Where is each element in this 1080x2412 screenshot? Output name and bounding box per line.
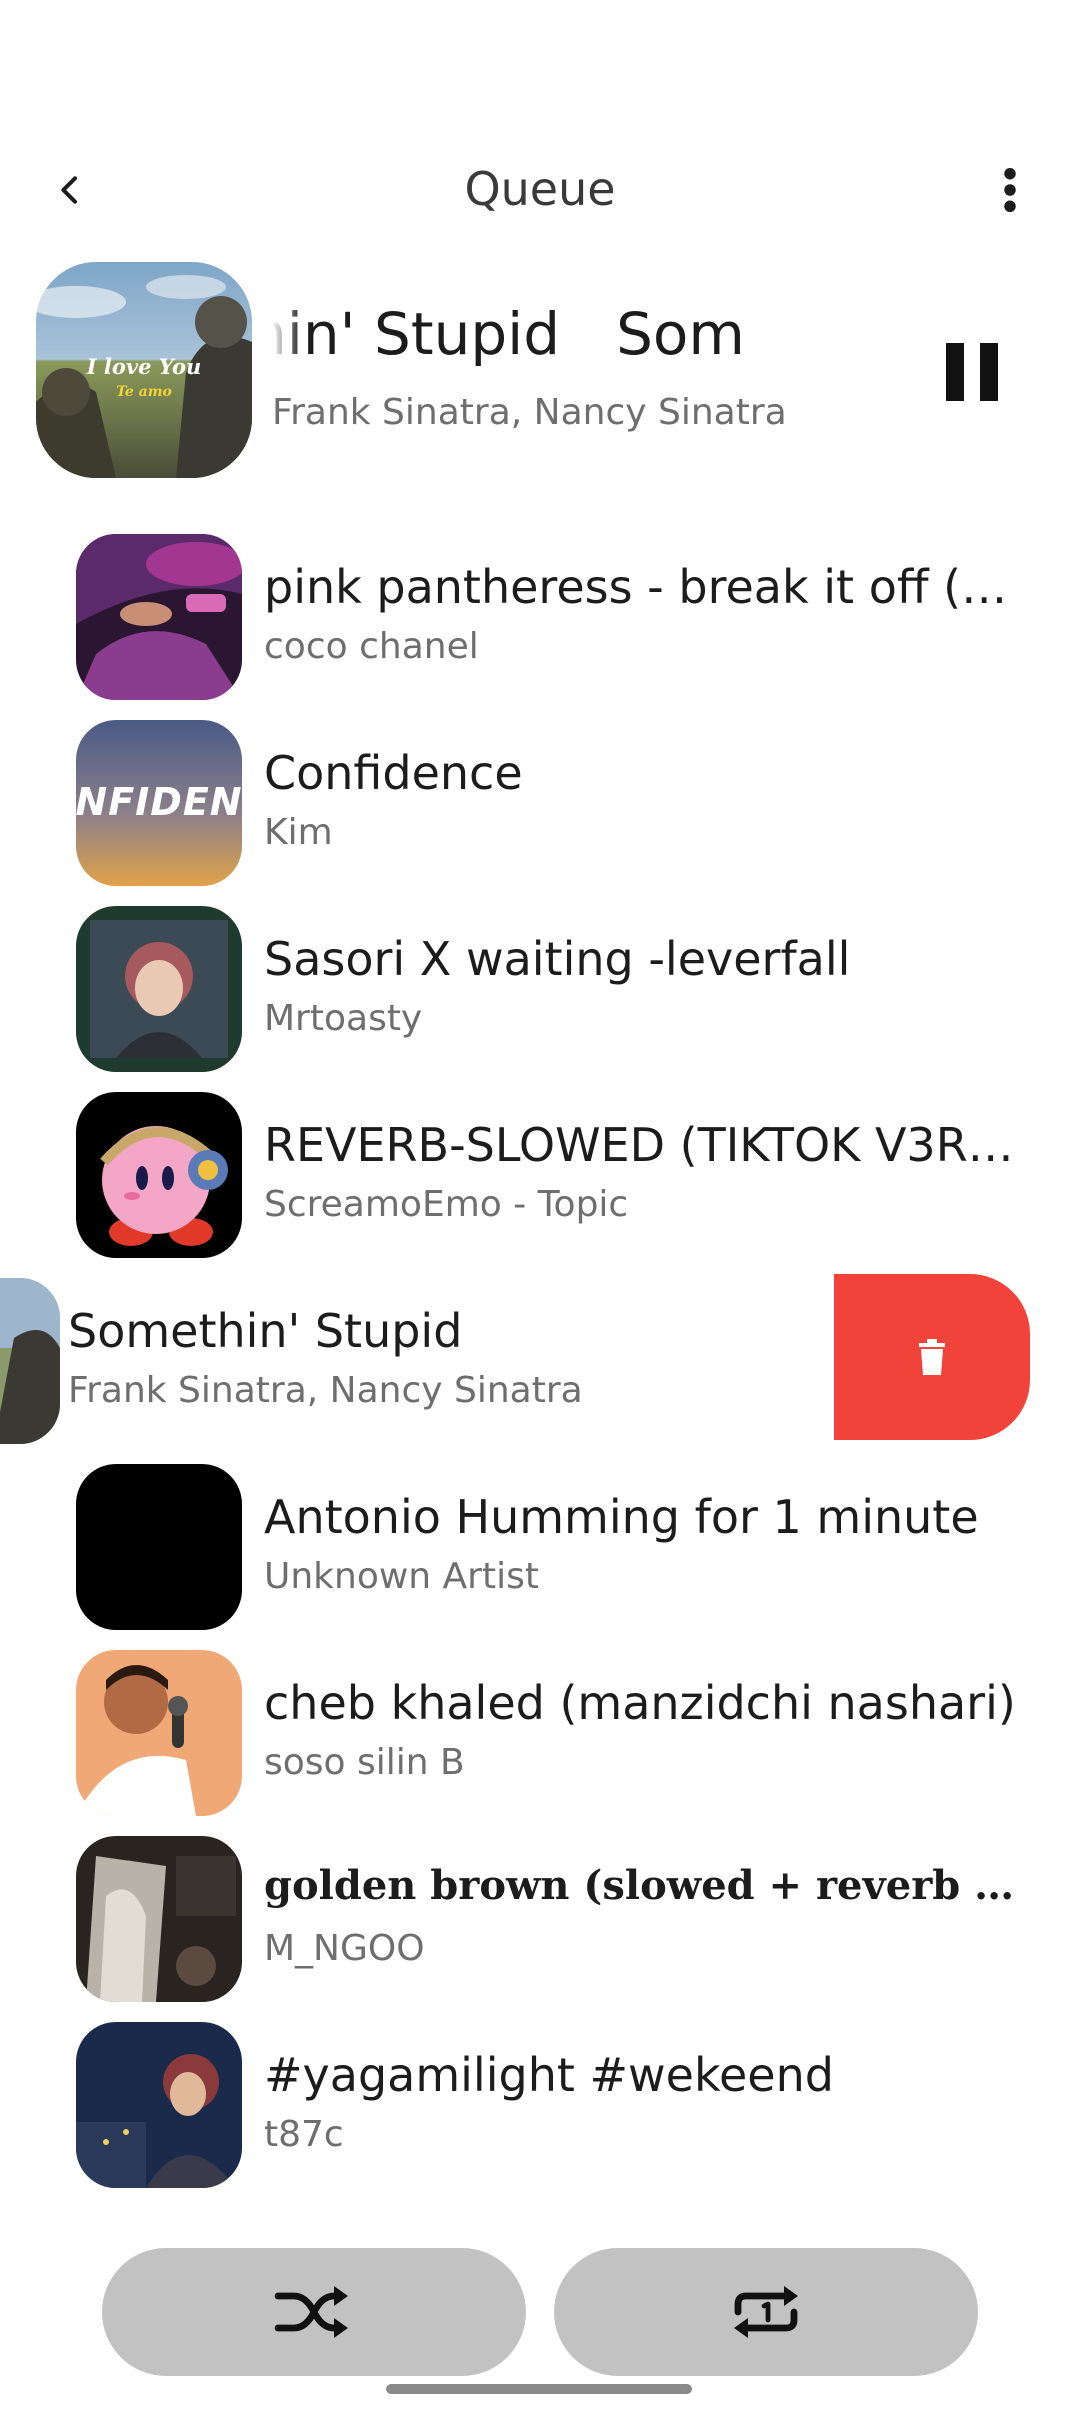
more-vert-icon — [1004, 167, 1016, 213]
track-artist: Frank Sinatra, Nancy Sinatra — [68, 1370, 583, 1411]
now-playing-artwork: I love You Te amo — [36, 262, 252, 478]
track-title: cheb khaled (manzidchi nashari) — [264, 1676, 1016, 1730]
shuffle-button[interactable] — [102, 2248, 526, 2376]
track-title: REVERB-SLOWED (TIKTOK V3RSION) — [264, 1118, 1024, 1172]
track-title: Antonio Humming for 1 minute — [264, 1490, 979, 1544]
repeat-one-icon — [734, 2286, 798, 2338]
page-title: Queue — [464, 162, 616, 216]
track-artist: Unknown Artist — [264, 1556, 539, 1597]
track-artwork — [76, 1650, 242, 1816]
track-title: Sasori X waiting -leverfall — [264, 932, 851, 986]
queue-item[interactable]: cheb khaled (manzidchi nashari) soso sil… — [0, 1646, 1080, 1816]
track-artist: Kim — [264, 812, 333, 853]
track-artwork — [76, 1092, 242, 1258]
queue-item-swiped[interactable]: Somethin' Stupid Frank Sinatra, Nancy Si… — [0, 1274, 1080, 1444]
track-artist: ScreamoEmo - Topic — [264, 1184, 629, 1225]
pause-icon — [946, 343, 998, 401]
track-title: Somethin' Stupid — [68, 1304, 463, 1358]
track-artwork — [76, 1464, 242, 1630]
pause-button[interactable] — [932, 332, 1012, 412]
marquee-fade-right — [752, 300, 792, 380]
now-playing-title: hin' Stupid Som — [272, 300, 792, 380]
delete-button[interactable] — [834, 1274, 1030, 1440]
queue-item[interactable]: REVERB-SLOWED (TIKTOK V3RSION) ScreamoEm… — [0, 1088, 1080, 1258]
track-artwork — [76, 1836, 242, 2002]
repeat-button[interactable] — [554, 2248, 978, 2376]
now-playing-artist: Frank Sinatra, Nancy Sinatra — [272, 392, 787, 433]
bottom-controls — [0, 2240, 1080, 2380]
queue-list[interactable]: pink pantheress - break it off (slowed) … — [0, 530, 1080, 2210]
now-playing[interactable]: I love You Te amo hin' Stupid Som Frank S… — [0, 262, 1080, 478]
track-artwork — [76, 2022, 242, 2188]
track-artist: soso silin B — [264, 1742, 465, 1783]
more-options-button[interactable] — [980, 160, 1040, 220]
queue-item[interactable]: NFIDEN Confidence Kim — [0, 716, 1080, 886]
shuffle-icon — [274, 2286, 348, 2338]
artwork-text-line1: I love You — [86, 354, 202, 379]
queue-item[interactable]: Antonio Humming for 1 minute Unknown Art… — [0, 1460, 1080, 1630]
queue-item[interactable]: Sasori X waiting -leverfall Mrtoasty — [0, 902, 1080, 1072]
track-title: golden brown (slowed + reverb + prolonge… — [264, 1862, 1024, 1909]
top-bar: Queue — [0, 140, 1080, 240]
track-title: #yagamilight #wekeend — [264, 2048, 834, 2102]
track-artwork — [0, 1278, 60, 1444]
now-playing-title-part2: Som — [616, 300, 745, 368]
track-artist: M_NGOO — [264, 1928, 425, 1969]
now-playing-title-part1: hin' Stupid — [272, 300, 561, 368]
track-artwork: NFIDEN — [76, 720, 242, 886]
marquee-fade-left — [272, 300, 302, 380]
artwork-text: NFIDEN — [76, 780, 242, 824]
track-artwork — [76, 906, 242, 1072]
trash-icon — [919, 1339, 945, 1375]
track-artwork — [76, 534, 242, 700]
track-artist: coco chanel — [264, 626, 479, 667]
queue-item[interactable]: #yagamilight #wekeend t87c — [0, 2018, 1080, 2188]
home-indicator[interactable] — [386, 2384, 692, 2394]
track-artist: Mrtoasty — [264, 998, 423, 1039]
queue-item[interactable]: golden brown (slowed + reverb + prolonge… — [0, 1832, 1080, 2002]
track-artist: t87c — [264, 2114, 344, 2155]
track-title: pink pantheress - break it off (slowed) — [264, 560, 1024, 614]
artwork-text-line2: Te amo — [116, 384, 172, 400]
queue-item[interactable]: pink pantheress - break it off (slowed) … — [0, 530, 1080, 700]
track-title: Confidence — [264, 746, 523, 800]
